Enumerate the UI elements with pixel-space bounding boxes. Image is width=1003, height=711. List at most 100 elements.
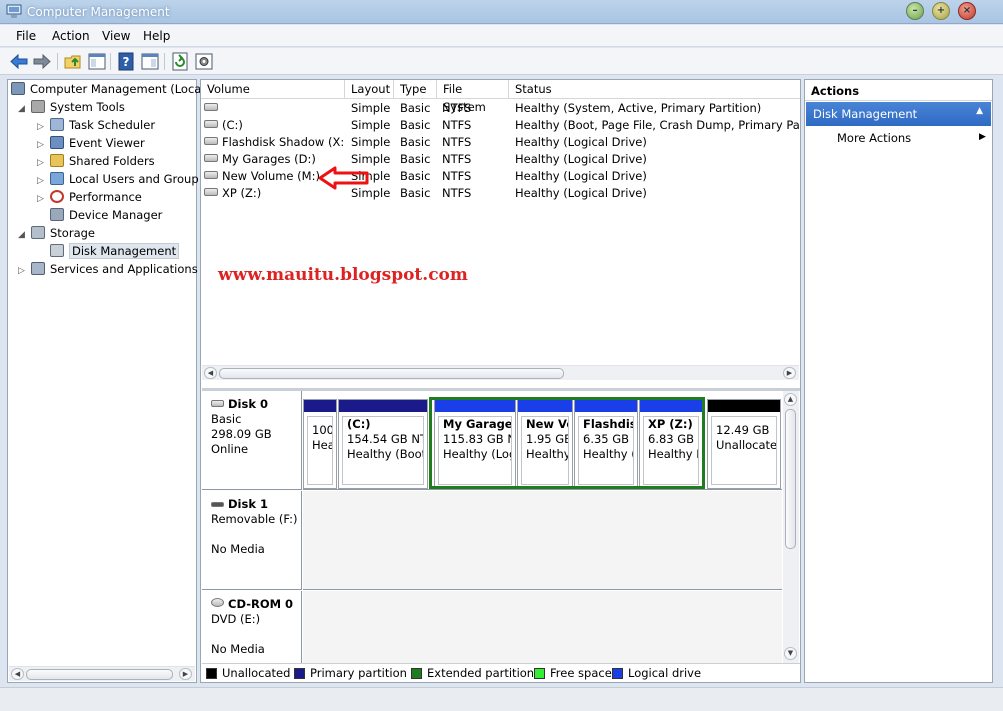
event-viewer-icon — [50, 136, 64, 149]
scroll-thumb[interactable] — [26, 669, 173, 680]
expand-arrow-icon[interactable]: ▷ — [37, 176, 44, 186]
cdrom0-title: CD-ROM 0 — [211, 597, 301, 612]
expand-arrow-icon[interactable]: ▷ — [37, 140, 44, 150]
tree-task-scheduler[interactable]: Task Scheduler — [50, 117, 155, 134]
partition-size: 154.54 GB NT — [347, 432, 424, 446]
close-button[interactable]: × — [958, 2, 976, 20]
menu-file[interactable]: File — [16, 29, 36, 43]
actions-disk-management[interactable]: Disk Management ▲ — [806, 102, 991, 126]
volume-name: Flashdisk Shadow (X:) — [222, 135, 344, 149]
refresh-icon[interactable] — [170, 52, 190, 71]
partition-unallocated[interactable]: 12.49 GB Unallocate — [707, 399, 781, 489]
col-layout[interactable]: Layout — [345, 80, 394, 99]
cdrom0-label[interactable]: CD-ROM 0 DVD (E:) No Media — [202, 591, 302, 666]
disk-view-vertical-scrollbar[interactable]: ▲ ▼ — [783, 391, 799, 663]
legend-swatch — [612, 668, 623, 679]
cdrom0-body — [303, 591, 782, 666]
col-file-system[interactable]: File System — [437, 80, 509, 114]
disk1-body — [303, 491, 782, 590]
drive-icon — [204, 154, 218, 162]
col-type[interactable]: Type — [394, 80, 437, 99]
volume-row[interactable]: New Volume (M:) Simple Basic NTFS Health… — [201, 168, 800, 185]
expand-arrow-icon[interactable]: ▷ — [37, 158, 44, 168]
col-volume[interactable]: Volume — [201, 80, 345, 99]
tree-root[interactable]: Computer Management (Local — [11, 81, 205, 98]
volume-row[interactable]: (C:) Simple Basic NTFS Healthy (Boot, Pa… — [201, 117, 800, 134]
help-icon[interactable]: ? — [116, 52, 136, 71]
scroll-left-icon[interactable]: ◀ — [11, 668, 24, 680]
tree-performance[interactable]: Performance — [50, 189, 142, 206]
collapse-arrow-icon[interactable]: ◢ — [18, 230, 25, 240]
collapse-arrow-icon[interactable]: ◢ — [18, 104, 25, 114]
window-title: Computer Management — [27, 5, 170, 19]
settings-icon[interactable] — [194, 52, 214, 71]
scroll-down-icon[interactable]: ▼ — [784, 647, 797, 660]
collapse-up-icon[interactable]: ▲ — [976, 106, 983, 116]
scroll-up-icon[interactable]: ▲ — [784, 393, 797, 406]
forward-arrow-icon[interactable] — [32, 52, 52, 71]
tree-storage[interactable]: Storage — [31, 225, 95, 242]
disk0-label[interactable]: Disk 0 Basic 298.09 GB Online — [202, 391, 302, 490]
clock-icon — [50, 118, 64, 131]
partition-size: 100 — [312, 423, 333, 437]
volume-name: New Volume (M:) — [222, 169, 320, 183]
scroll-right-icon[interactable]: ▶ — [783, 367, 796, 379]
disk1-label[interactable]: Disk 1 Removable (F:) No Media — [202, 491, 302, 590]
tree-local-users[interactable]: Local Users and Group — [50, 171, 199, 188]
actions-selected-label: Disk Management — [813, 107, 918, 121]
partition-bar — [304, 400, 336, 412]
minimize-button[interactable]: – — [906, 2, 924, 20]
hard-disk-icon — [211, 400, 224, 407]
legend-unallocated: Unallocated — [206, 667, 290, 679]
volume-type: Basic — [400, 169, 431, 183]
watermark-text: www.mauitu.blogspot.com — [218, 265, 468, 285]
volume-row[interactable]: Flashdisk Shadow (X:) Simple Basic NTFS … — [201, 134, 800, 151]
scroll-right-icon[interactable]: ▶ — [179, 668, 192, 680]
volume-row[interactable]: My Garages (D:) Simple Basic NTFS Health… — [201, 151, 800, 168]
tree-disk-management[interactable]: Disk Management — [50, 243, 180, 260]
disk1-type: Removable (F:) — [211, 512, 298, 526]
up-folder-icon[interactable] — [63, 52, 83, 71]
volume-row[interactable]: XP (Z:) Simple Basic NTFS Healthy (Logic… — [201, 185, 800, 202]
back-arrow-icon[interactable] — [9, 52, 29, 71]
tree-event-viewer[interactable]: Event Viewer — [50, 135, 145, 152]
volume-status: Healthy (Logical Drive) — [515, 135, 647, 149]
partition-info: 12.49 GB Unallocate — [711, 416, 777, 485]
tree-system-tools[interactable]: System Tools — [31, 99, 125, 116]
partition-bar — [339, 400, 427, 412]
expand-arrow-icon[interactable]: ▷ — [18, 266, 25, 276]
expand-arrow-icon[interactable]: ▷ — [37, 122, 44, 132]
partition-c[interactable]: (C:) 154.54 GB NT Healthy (Boot — [338, 399, 428, 489]
maximize-button[interactable]: + — [932, 2, 950, 20]
legend-swatch — [294, 668, 305, 679]
show-hide-tree-icon[interactable] — [87, 52, 107, 71]
tree-device-manager[interactable]: Device Manager — [50, 207, 162, 224]
legend-extended: Extended partition — [411, 667, 534, 679]
navigation-tree: Computer Management (Local ◢ System Tool… — [7, 79, 205, 683]
submenu-arrow-icon[interactable]: ▶ — [979, 132, 986, 142]
menu-view[interactable]: View — [102, 29, 130, 43]
scroll-thumb[interactable] — [219, 368, 564, 379]
volume-list-horizontal-scrollbar[interactable]: ◀ ▶ — [202, 365, 799, 380]
performance-icon — [50, 190, 64, 203]
expand-arrow-icon[interactable]: ▷ — [37, 194, 44, 204]
tree-horizontal-scrollbar[interactable]: ◀ ▶ — [9, 666, 195, 681]
partition-system-reserved[interactable]: 100 Hea — [303, 399, 337, 489]
tree-shared-folders[interactable]: Shared Folders — [50, 153, 155, 170]
scroll-left-icon[interactable]: ◀ — [204, 367, 217, 379]
col-status[interactable]: Status — [509, 80, 800, 99]
volume-row[interactable]: Simple Basic NTFS Healthy (System, Activ… — [201, 100, 800, 117]
partition-info: (C:) 154.54 GB NT Healthy (Boot — [342, 416, 424, 485]
legend-label: Extended partition — [427, 666, 535, 680]
svg-text:?: ? — [123, 55, 130, 69]
scroll-thumb[interactable] — [785, 409, 796, 549]
tree-services-apps[interactable]: Services and Applications — [31, 261, 198, 278]
tree-label: Shared Folders — [69, 154, 155, 168]
legend-label: Unallocated — [222, 666, 291, 680]
properties-pane-icon[interactable] — [140, 52, 160, 71]
menu-action[interactable]: Action — [52, 29, 90, 43]
more-actions[interactable]: More Actions — [837, 131, 911, 145]
volume-name: My Garages (D:) — [222, 152, 316, 166]
menu-help[interactable]: Help — [143, 29, 170, 43]
storage-icon — [31, 226, 45, 239]
